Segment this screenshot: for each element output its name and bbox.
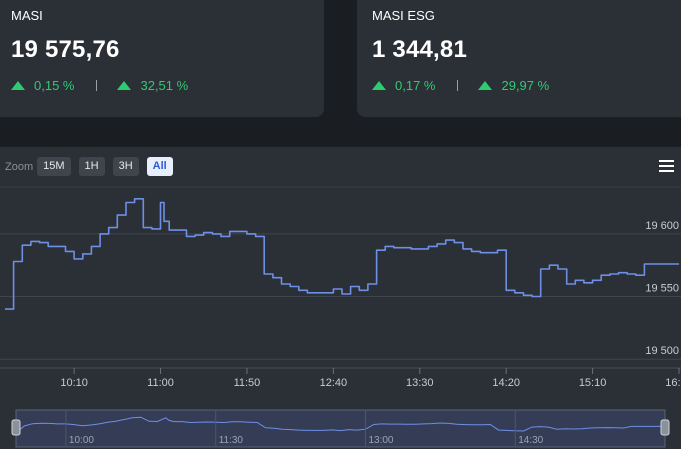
triangle-up-icon [117, 81, 132, 90]
y-tick-label: 19 600 [645, 220, 679, 232]
navigator-tick-label: 13:00 [368, 435, 393, 446]
day-change: 0,15 % [34, 78, 75, 93]
x-tick-label: 11:00 [147, 377, 174, 389]
x-tick-label: 10:10 [60, 377, 88, 389]
navigator-handle[interactable] [11, 419, 21, 436]
line-chart[interactable]: 19 600 19 550 19 500 10:10 11:00 11:50 12:40 13… [0, 147, 681, 449]
day-change: 0,17 % [395, 78, 436, 93]
ytd-change: 32,51 % [140, 78, 189, 93]
navigator-handle[interactable] [660, 419, 670, 436]
y-tick-label: 19 550 [645, 283, 679, 295]
card-title: MASI ESG [372, 8, 435, 23]
card-changes: 0,15 % 32,51 % [11, 78, 188, 93]
x-tick-label: 11:50 [234, 377, 261, 389]
x-tick-label: 15:10 [579, 377, 607, 389]
chart-panel: 19 600 19 550 19 500 10:10 11:00 11:50 12:40 13… [0, 147, 681, 449]
card-title: MASI [11, 8, 43, 23]
zoom-1h-button[interactable]: 1H [78, 157, 105, 176]
divider [457, 80, 459, 91]
masi-card[interactable]: MASI 19 575,76 0,15 % 32,51 % [0, 0, 324, 117]
masi-esg-card[interactable]: MASI ESG 1 344,81 0,17 % 29,97 % [357, 0, 681, 117]
x-tick-label: 14:20 [492, 377, 520, 389]
zoom-all-button[interactable]: All [146, 157, 173, 176]
navigator-tick-label: 10:00 [69, 435, 94, 446]
hamburger-menu-icon[interactable] [659, 160, 674, 173]
zoom-3h-button[interactable]: 3H [112, 157, 139, 176]
card-value: 19 575,76 [11, 36, 120, 63]
navigator-tick-label: 14:30 [518, 435, 543, 446]
divider [96, 80, 98, 91]
zoom-15m-button[interactable]: 15M [37, 157, 71, 176]
y-tick-label: 19 500 [645, 345, 679, 357]
ytd-change: 29,97 % [501, 78, 550, 93]
triangle-up-icon [478, 81, 493, 90]
zoom-label: Zoom [5, 160, 34, 173]
x-tick-label: 13:30 [406, 377, 434, 389]
navigator-tick-label: 11:30 [219, 435, 244, 446]
x-tick-label: 16:00 [665, 377, 681, 389]
card-changes: 0,17 % 29,97 % [372, 78, 549, 93]
x-tick-label: 12:40 [320, 377, 348, 389]
price-series-line [5, 198, 679, 310]
triangle-up-icon [372, 81, 386, 90]
zoom-bar: Zoom 15M 1H 3H All [5, 157, 181, 176]
triangle-up-icon [11, 81, 25, 90]
card-value: 1 344,81 [372, 36, 468, 63]
